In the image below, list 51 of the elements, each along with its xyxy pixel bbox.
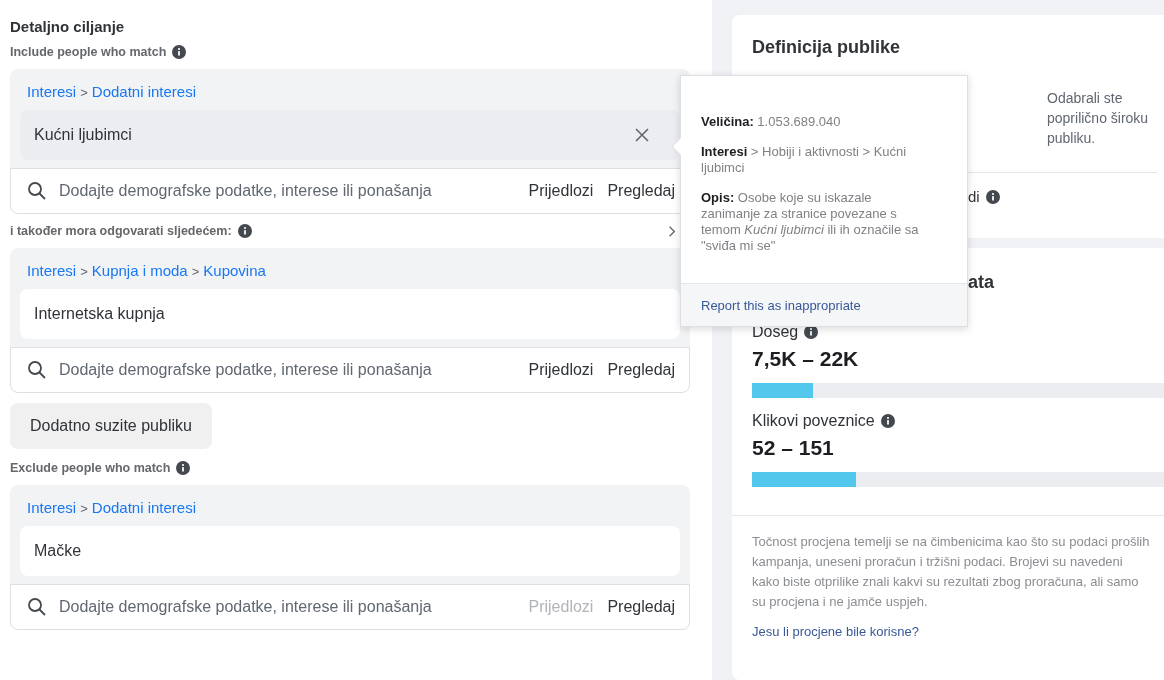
interest-name: Kućni ljubimci — [34, 126, 132, 144]
criteria-label: Include people who match — [10, 45, 167, 59]
category-link[interactable]: Interesi — [27, 83, 77, 100]
section-title: Detaljno ciljanje — [10, 18, 126, 35]
path-separator: > — [80, 264, 88, 279]
disclaimer-text: Točnost procjena temelji se na čimbenicima kao što su podaci prošlih kampanja, uneseni proračun i tržišni podaci. Brojevi su navedeni kako biste otprilike znali kakvi su rezultati zbog proračuna, ali samo su procjena i ne jamče uspjeh. — [752, 533, 1151, 611]
selected-interest[interactable]: Kućni ljubimci — [20, 110, 680, 160]
browse-button[interactable]: Pregledaj — [607, 361, 675, 379]
browse-button[interactable]: Pregledaj — [607, 182, 675, 200]
browse-button[interactable]: Pregledaj — [607, 598, 675, 616]
audience-size-label: di — [968, 188, 980, 205]
category-link[interactable]: Interesi — [27, 499, 77, 516]
suggestions-button[interactable]: Prijedlozi — [528, 182, 594, 200]
suggestions-button[interactable]: Prijedlozi — [528, 361, 594, 379]
category-link[interactable]: Kupovina — [203, 262, 266, 279]
info-icon[interactable] — [985, 189, 1000, 204]
path-separator: > — [80, 85, 88, 100]
description-text: Opis: Osobe koje su iskazale zanimanje za stranice povezane s temom Kućni ljubimci ili ih označile sa "sviđa mi se" — [701, 190, 920, 254]
category-path-text: Interesi > Hobiji i aktivnosti > Kućni ljubimci — [701, 144, 908, 176]
feedback-link[interactable]: Jesu li procjene bile korisne? — [752, 624, 919, 639]
chevron-icon[interactable] — [668, 224, 676, 238]
criteria-label: i također mora odgovarati sljedećem: — [10, 224, 232, 238]
metric-label: Klikovi poveznice — [752, 412, 875, 430]
interest-name: Mačke — [34, 542, 82, 560]
category-link[interactable]: Dodatni interesi — [91, 499, 197, 516]
selected-interest[interactable]: Mačke — [20, 526, 680, 576]
interest-name: Internetska kupnja — [34, 305, 165, 323]
selected-interest[interactable]: Internetska kupnja — [20, 289, 680, 339]
info-icon[interactable] — [172, 45, 187, 59]
search-icon — [27, 181, 47, 201]
narrow-audience-button[interactable]: Dodatno suzite publiku — [10, 403, 212, 449]
info-icon[interactable] — [237, 224, 252, 238]
criteria-label: Exclude people who match — [10, 461, 171, 475]
card-title: ata — [967, 271, 995, 293]
metric-value: 52 – 151 — [752, 436, 835, 460]
search-icon — [27, 360, 47, 380]
close-icon[interactable] — [634, 127, 650, 143]
category-link[interactable]: Interesi — [27, 262, 77, 279]
category-link[interactable]: Kupnja i moda — [91, 262, 188, 279]
info-icon[interactable] — [176, 461, 191, 475]
audience-note: Odabrali ste poprilično široku publiku. — [1047, 89, 1150, 148]
info-icon[interactable] — [880, 414, 895, 428]
category-link[interactable]: Dodatni interesi — [91, 83, 197, 100]
path-separator: > — [80, 501, 88, 516]
card-title: Definicija publike — [752, 36, 902, 58]
search-icon — [27, 597, 47, 617]
search-field[interactable]: Dodajte demografske podatke, interese ili ponašanja Prijedlozi Pregledaj — [10, 584, 690, 630]
search-field[interactable]: Dodajte demografske podatke, interese ili ponašanja Prijedlozi Pregledaj — [10, 347, 690, 393]
audience-size-text: Veličina: 1.053.689.040 — [701, 114, 842, 130]
metric-value: 7,5K – 22K — [752, 347, 860, 371]
path-separator: > — [191, 264, 200, 279]
